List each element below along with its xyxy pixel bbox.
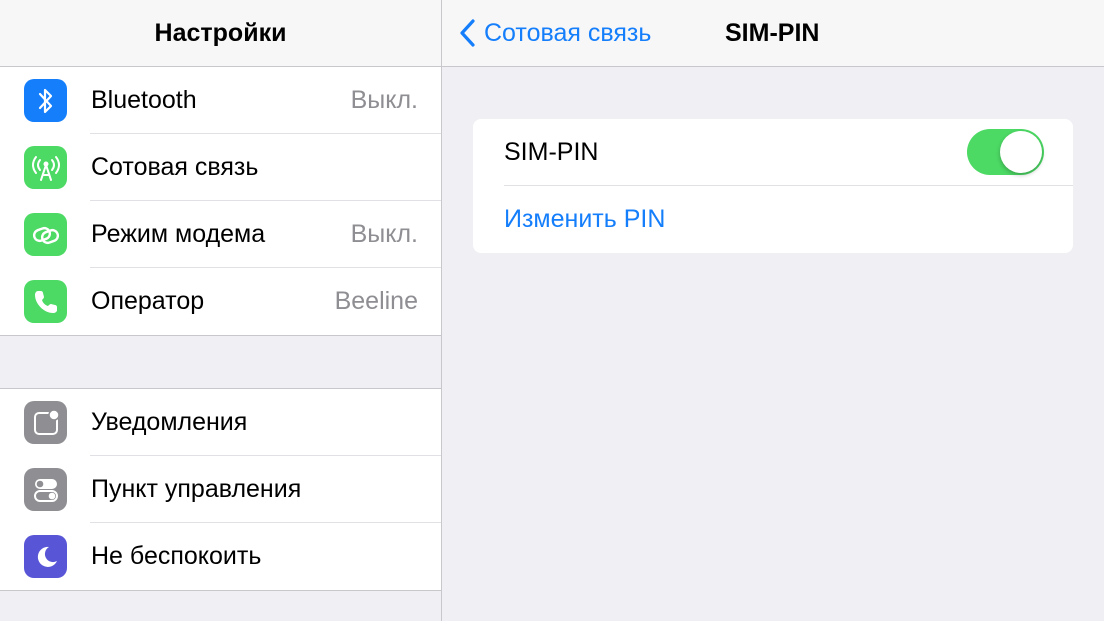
moon-icon	[24, 535, 67, 578]
settings-row-notifications[interactable]: Уведомления	[0, 389, 441, 456]
sim-pin-label: SIM-PIN	[504, 138, 599, 166]
settings-row-value: Выкл.	[350, 220, 418, 248]
settings-row-label: Оператор	[91, 287, 205, 315]
sim-pin-group: SIM-PIN Изменить PIN	[473, 119, 1073, 253]
hotspot-chain-icon	[24, 213, 67, 256]
settings-row-carrier[interactable]: Оператор Beeline	[0, 268, 441, 335]
toggle-knob	[1000, 131, 1042, 173]
settings-row-label: Режим модема	[91, 220, 266, 248]
settings-row-label: Bluetooth	[91, 86, 197, 114]
back-button-label: Сотовая связь	[484, 18, 652, 47]
chevron-left-icon	[460, 19, 475, 47]
control-center-icon	[24, 468, 67, 511]
change-pin-row[interactable]: Изменить PIN	[473, 186, 1073, 253]
settings-row-bluetooth[interactable]: Bluetooth Выкл.	[0, 67, 441, 134]
settings-group-system: Уведомления Пункт управления Не беспокои…	[0, 388, 441, 591]
settings-row-cellular[interactable]: Сотовая связь	[0, 134, 441, 201]
phone-icon	[24, 280, 67, 323]
sidebar-header: Настройки	[0, 0, 441, 67]
change-pin-link[interactable]: Изменить PIN	[504, 186, 665, 253]
settings-sidebar: Настройки Bluetooth Выкл. Сотовая связь …	[0, 0, 442, 621]
sim-pin-row: SIM-PIN	[473, 119, 1073, 186]
settings-row-label: Сотовая связь	[91, 153, 259, 181]
settings-row-label: Уведомления	[91, 408, 248, 436]
bluetooth-icon	[24, 79, 67, 122]
settings-row-label: Пункт управления	[91, 475, 302, 503]
notifications-icon	[24, 401, 67, 444]
settings-row-personal-hotspot[interactable]: Режим модема Выкл.	[0, 201, 441, 268]
page-title: SIM-PIN	[725, 18, 820, 47]
settings-row-do-not-disturb[interactable]: Не беспокоить	[0, 523, 441, 590]
back-button[interactable]: Сотовая связь	[458, 0, 651, 66]
detail-nav-bar: Сотовая связь SIM-PIN	[442, 0, 1104, 67]
settings-row-value: Beeline	[334, 287, 418, 315]
cellular-antenna-icon	[24, 146, 67, 189]
sidebar-title: Настройки	[154, 18, 287, 47]
settings-row-value: Выкл.	[350, 86, 418, 114]
sim-pin-toggle[interactable]	[967, 129, 1044, 175]
settings-row-control-center[interactable]: Пункт управления	[0, 456, 441, 523]
settings-row-label: Не беспокоить	[91, 542, 262, 570]
settings-group-connectivity: Bluetooth Выкл. Сотовая связь Режим моде…	[0, 67, 441, 336]
